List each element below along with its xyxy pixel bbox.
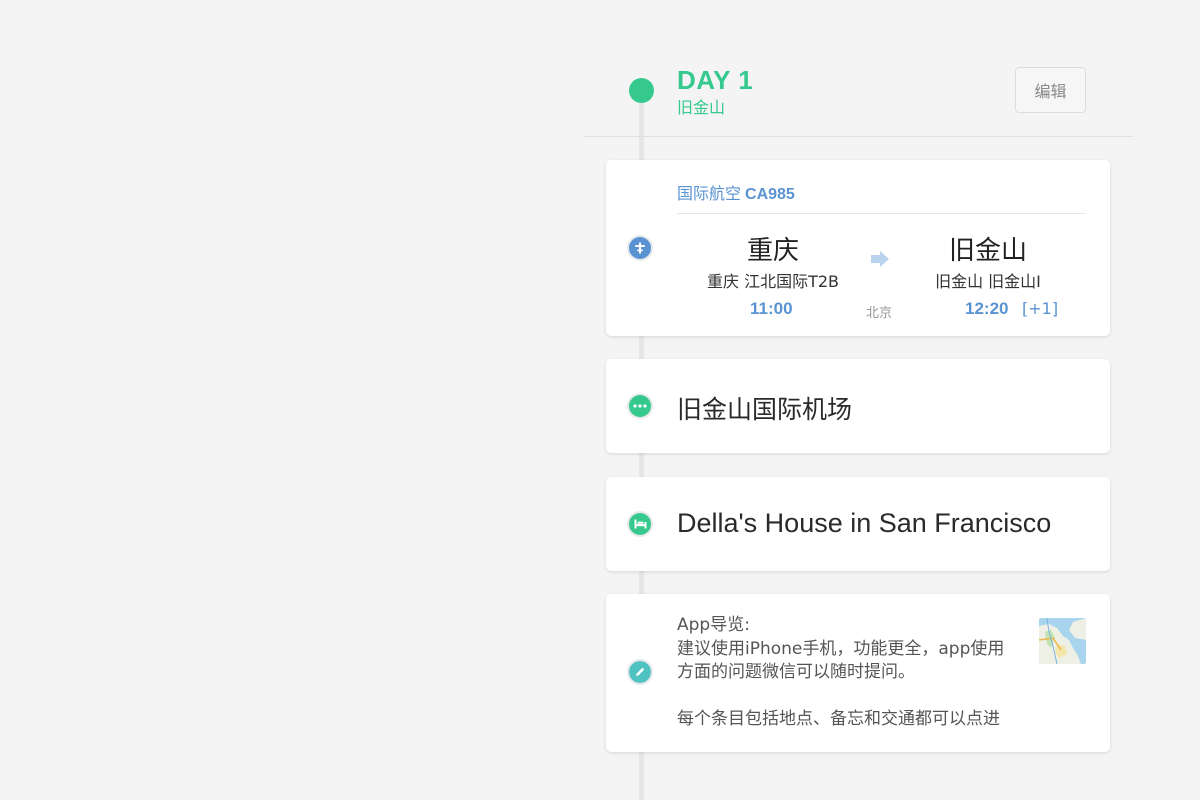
- more-dots-icon: [633, 404, 647, 408]
- airline-name: 国际航空: [677, 184, 742, 203]
- hotel-card[interactable]: Della's House in San Francisco: [606, 477, 1110, 571]
- note-line: App导览:: [677, 615, 750, 635]
- day-city: 旧金山: [677, 98, 726, 117]
- note-card[interactable]: App导览: 建议使用iPhone手机，功能更全，app使用 方面的问题微信可以…: [606, 594, 1110, 752]
- note-text: App导览: 建议使用iPhone手机，功能更全，app使用 方面的问题微信可以…: [677, 614, 1032, 731]
- header-divider: [583, 136, 1133, 137]
- flight-icon: [635, 242, 645, 254]
- departure-time: 11:00: [750, 299, 793, 318]
- place-card[interactable]: 旧金山国际机场: [606, 359, 1110, 453]
- note-icon-badge: [627, 659, 653, 685]
- note-line: 每个条目包括地点、备忘和交通都可以点进: [677, 708, 1000, 729]
- edit-button[interactable]: 编辑: [1015, 67, 1086, 113]
- timezone-label: 北京: [866, 306, 893, 321]
- arrow-right-icon: [871, 251, 889, 267]
- departure-airport: 重庆 江北国际T2B: [706, 272, 840, 291]
- note-line: 建议使用iPhone手机，功能更全，app使用: [677, 638, 1005, 659]
- arrival-time: 12:20: [965, 299, 1009, 318]
- day-title: DAY 1: [677, 65, 754, 95]
- pencil-icon: [636, 667, 645, 676]
- place-name: 旧金山国际机场: [677, 395, 853, 424]
- airline-line: 国际航空 CA985: [677, 180, 795, 204]
- place-icon-badge: [627, 393, 653, 419]
- flight-card[interactable]: 国际航空 CA985 重庆 重庆 江北国际T2B 11:00 北京 旧金山 旧金山…: [606, 160, 1110, 336]
- map-thumbnail[interactable]: [1039, 618, 1086, 664]
- hotel-icon-badge: [627, 511, 653, 537]
- departure-city: 重庆: [746, 236, 799, 266]
- flight-icon-badge: [627, 235, 653, 261]
- flight-code: CA985: [745, 186, 795, 203]
- note-line: 方面的问题微信可以随时提问。: [677, 662, 915, 682]
- map-thumbnail-image: [1039, 618, 1086, 664]
- day-offset: [+1]: [1022, 299, 1059, 318]
- arrival-airport: 旧金山 旧金山I: [935, 272, 1041, 291]
- flight-divider: [677, 213, 1086, 214]
- arrival-city: 旧金山: [948, 236, 1027, 266]
- itinerary-view: DAY 1 旧金山 编辑 国际航空 CA985 重庆 重庆 江北国际T2B 11:…: [0, 0, 1200, 800]
- hotel-name: Della's House in San Francisco: [677, 508, 1052, 538]
- bed-icon: [634, 519, 646, 529]
- day-marker-dot: [629, 78, 654, 103]
